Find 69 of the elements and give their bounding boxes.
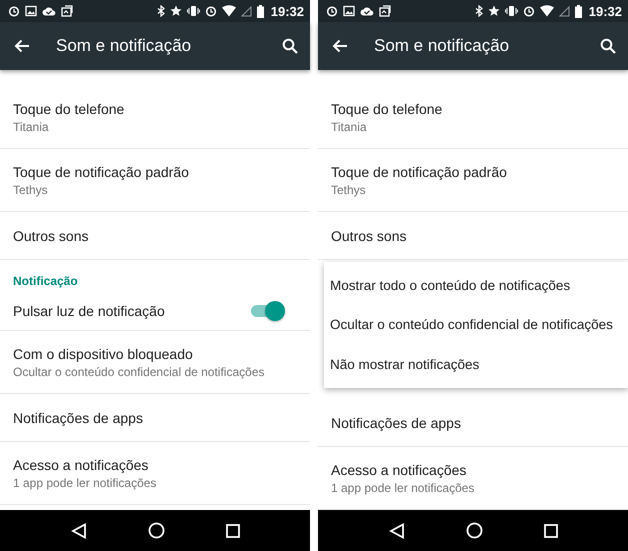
settings-row[interactable]: Outros sons — [0, 212, 310, 260]
setting-title: Toque de notificação padrão — [13, 164, 190, 180]
wifi-icon — [222, 5, 236, 17]
back-arrow-icon[interactable] — [14, 39, 30, 53]
vibrate-icon — [186, 5, 200, 17]
setting-summary: Ocultar o conteúdo confidencial de notificações — [13, 364, 266, 378]
bluetooth-icon — [156, 5, 165, 17]
recents-icon[interactable] — [544, 524, 558, 538]
screen-title: Som e notificação — [374, 36, 510, 56]
setting-summary: Tethys — [13, 182, 49, 196]
setting-title: Com o dispositivo bloqueado — [13, 346, 194, 362]
home-icon[interactable] — [466, 522, 482, 539]
setting-summary: 1 app pode ler notificações — [331, 480, 476, 494]
setting-title: Pulsar luz de notificação — [13, 303, 165, 319]
settings-row[interactable]: Toque do telefone Titania — [318, 86, 628, 149]
signal-icon — [240, 6, 252, 16]
back-icon[interactable] — [70, 522, 86, 538]
vibrate-icon — [504, 5, 518, 17]
back-icon[interactable] — [388, 522, 404, 538]
bluetooth-icon — [474, 5, 483, 17]
battery-icon — [256, 4, 264, 18]
status-time: 19:32 — [588, 4, 622, 18]
signal-icon — [558, 6, 570, 16]
wifi-icon — [540, 5, 554, 17]
back-arrow-icon[interactable] — [332, 39, 348, 53]
recents-icon[interactable] — [226, 524, 240, 538]
status-time: 19:32 — [270, 4, 304, 18]
setting-title: Notificações de apps — [13, 410, 144, 426]
menu-item[interactable]: Não mostrar notificações — [324, 356, 628, 372]
photos-icon — [379, 5, 391, 17]
settings-row[interactable]: Toque do telefone Titania — [0, 86, 310, 149]
menu-item[interactable]: Mostrar todo o conteúdo de notificações — [324, 278, 628, 294]
menu-item[interactable]: Ocultar o conteúdo confidencial de notificações — [324, 317, 628, 332]
cloud-check-icon — [360, 5, 374, 17]
settings-row[interactable]: Toque de notificação padrão Tethys — [318, 149, 628, 212]
alarm-icon — [326, 5, 338, 17]
setting-title: Acesso a notificações — [13, 456, 150, 472]
setting-title: Toque do telefone — [331, 100, 444, 116]
setting-title: Toque do telefone — [13, 100, 126, 116]
star-icon — [488, 5, 500, 17]
search-icon[interactable] — [600, 38, 616, 54]
image-icon — [25, 5, 37, 17]
home-icon[interactable] — [148, 522, 164, 539]
settings-row[interactable]: Notificações de apps — [0, 394, 310, 442]
setting-summary: 1 app pode ler notificações — [13, 476, 158, 490]
alarm-icon — [8, 5, 20, 17]
setting-title: Outros sons — [13, 228, 90, 244]
photos-icon — [61, 5, 73, 17]
setting-title: Toque de notificação padrão — [331, 164, 508, 180]
settings-row[interactable]: Notificações de apps — [318, 399, 628, 447]
battery-icon — [574, 4, 582, 18]
setting-summary: Tethys — [331, 182, 367, 196]
image-icon — [343, 5, 355, 17]
star-icon — [170, 5, 182, 17]
setting-title: Outros sons — [331, 228, 408, 244]
section-header: Notificação — [12, 273, 79, 290]
search-icon[interactable] — [282, 38, 298, 54]
settings-row[interactable]: Toque de notificação padrão Tethys — [0, 149, 310, 212]
alarm-icon — [204, 5, 217, 17]
alarm-icon — [522, 5, 535, 17]
setting-summary: Titania — [13, 120, 50, 134]
setting-summary: Titania — [331, 120, 368, 134]
settings-row[interactable]: Acesso a notificações 1 app pode ler notificações — [0, 442, 310, 505]
settings-row[interactable]: Com o dispositivo bloqueado Ocultar o conteúdo confidencial de notificações — [0, 331, 310, 394]
cloud-check-icon — [42, 5, 56, 17]
settings-row[interactable]: Outros sons — [318, 212, 628, 260]
screen-title: Som e notificação — [56, 36, 192, 56]
setting-title: Acesso a notificações — [331, 462, 468, 478]
setting-title: Notificações de apps — [331, 414, 462, 430]
